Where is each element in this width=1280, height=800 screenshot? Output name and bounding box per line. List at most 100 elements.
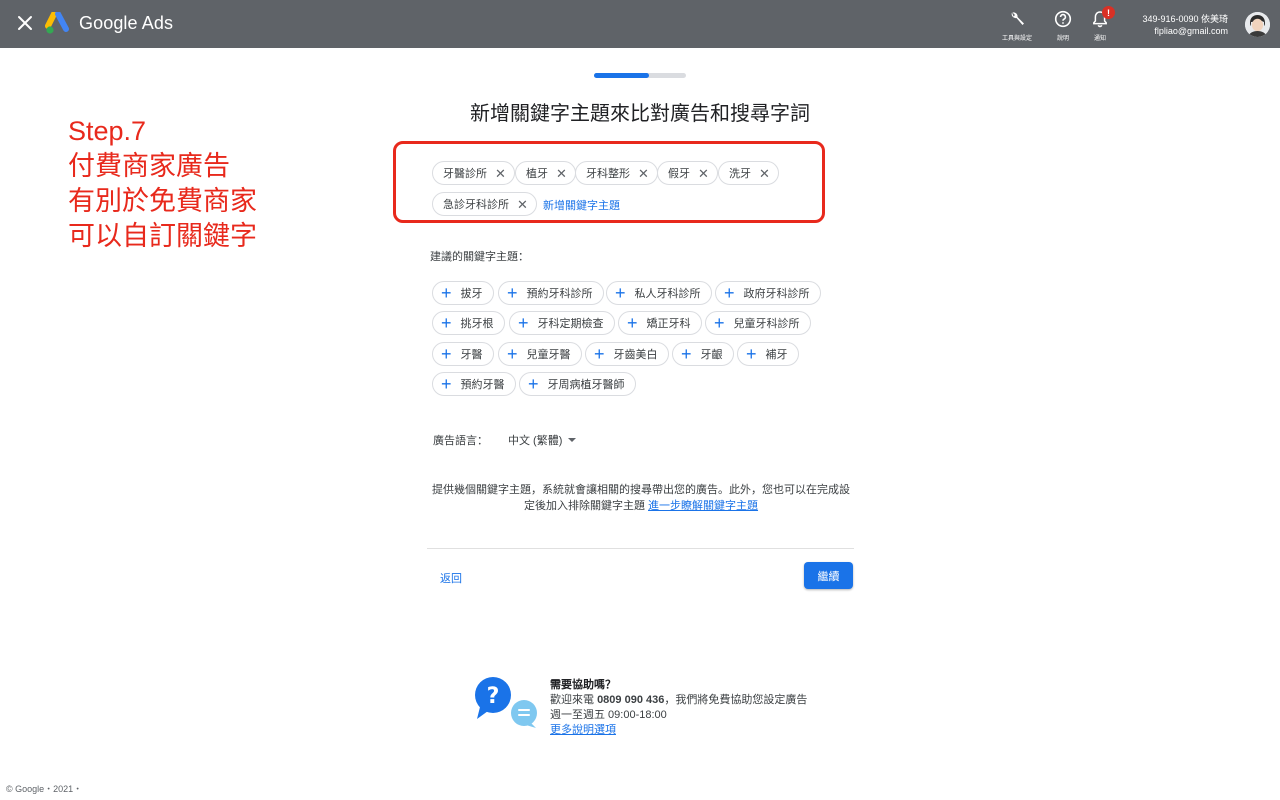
annotation-line: 付費商家廣告	[68, 151, 230, 181]
suggestion-label: 政府牙科診所	[743, 288, 810, 300]
divider	[427, 548, 854, 549]
suggestion-label: 預約牙科診所	[526, 288, 593, 300]
info-body: 提供幾個關鍵字主題，系統就會讓相關的搜尋帶出您的廣告。此外，您也可以在完成設定後…	[432, 484, 850, 512]
remove-icon[interactable]: ✕	[495, 167, 506, 180]
keyword-chip: 牙科整形 ✕	[575, 161, 658, 185]
plus-icon: +	[441, 283, 452, 303]
help-label: 說明	[1056, 36, 1069, 42]
plus-icon: +	[627, 313, 638, 333]
help-heading: 需要協助嗎？	[550, 679, 616, 691]
annotation-text: Step.7 付費商家廣告 有別於免費商家 可以自訂關鍵字	[68, 114, 257, 254]
suggestion-label: 補牙	[765, 349, 788, 361]
suggestion-chip[interactable]: + 矯正牙科	[618, 311, 702, 335]
help-chat-icon: ?	[475, 677, 537, 728]
tools-settings-button[interactable]: 工具與設定	[997, 10, 1037, 42]
annotation-line: 有別於免費商家	[68, 186, 257, 216]
suggestion-chip[interactable]: + 補牙	[737, 342, 799, 366]
help-phone-prefix: 歡迎來電	[550, 694, 594, 706]
suggestion-chip[interactable]: + 牙齒美白	[585, 342, 669, 366]
plus-icon: +	[528, 374, 539, 394]
remove-icon[interactable]: ✕	[759, 167, 770, 180]
notifications-label: 通知	[1093, 36, 1106, 42]
keyword-chip-label: 假牙	[668, 168, 690, 180]
notification-badge: !	[1102, 6, 1115, 19]
keyword-chip-label: 牙科整形	[586, 168, 630, 180]
step-progress-bar	[594, 73, 686, 78]
suggestion-chip[interactable]: + 挑牙根	[432, 311, 505, 335]
plus-icon: +	[714, 313, 725, 333]
help-icon	[1054, 10, 1072, 28]
keyword-chip-label: 牙醫診所	[443, 168, 487, 180]
suggestion-label: 牙醫	[460, 349, 483, 361]
suggestion-chip[interactable]: + 牙周病植牙醫師	[519, 372, 636, 396]
keyword-chip: 急診牙科診所 ✕	[432, 192, 537, 216]
keyword-chip: 牙醫診所 ✕	[432, 161, 515, 185]
suggestion-chip[interactable]: + 牙齦	[672, 342, 734, 366]
ad-language-value: 中文 (繁體)	[508, 435, 563, 447]
tools-label: 工具與設定	[1001, 36, 1032, 42]
plus-icon: +	[746, 344, 757, 364]
help-section: 需要協助嗎？ 歡迎來電 0809 090 436，我們將免費協助您設定廣告 週一…	[550, 678, 807, 738]
remove-icon[interactable]: ✕	[517, 198, 528, 211]
plus-icon: +	[518, 313, 529, 333]
remove-icon[interactable]: ✕	[556, 167, 567, 180]
add-keyword-link[interactable]: 新增關鍵字主題	[543, 197, 620, 213]
plus-icon: +	[594, 344, 605, 364]
suggestion-label: 拔牙	[460, 288, 483, 300]
footer-copyright: © Google・2021・	[6, 784, 83, 794]
progress-fill	[594, 73, 650, 78]
plus-icon: +	[507, 283, 518, 303]
suggestion-chip[interactable]: + 預約牙醫	[432, 372, 516, 396]
suggestion-chip[interactable]: + 拔牙	[432, 281, 494, 305]
plus-icon: +	[507, 344, 518, 364]
suggestion-chip[interactable]: + 兒童牙醫	[498, 342, 582, 366]
remove-icon[interactable]: ✕	[638, 167, 649, 180]
help-phone-number: 0809 090 436	[597, 694, 665, 706]
suggestion-label: 牙科定期檢查	[537, 318, 604, 330]
more-help-options-link[interactable]: 更多說明選項	[550, 724, 616, 736]
notifications-button[interactable]: ! 通知	[1080, 6, 1120, 42]
suggestion-label: 牙周病植牙醫師	[547, 379, 625, 391]
back-button[interactable]: 返回	[440, 570, 462, 586]
suggestion-chip[interactable]: + 牙醫	[432, 342, 494, 366]
close-icon[interactable]	[16, 14, 34, 32]
help-button[interactable]: 說明	[1043, 10, 1083, 42]
suggestion-label: 預約牙醫	[460, 379, 505, 391]
suggestion-chip[interactable]: + 私人牙科診所	[606, 281, 712, 305]
suggestion-chip[interactable]: + 兒童牙科診所	[705, 311, 811, 335]
keyword-chip: 假牙 ✕	[657, 161, 718, 185]
suggestions-title: 建議的關鍵字主題：	[430, 251, 529, 263]
keyword-chip-label: 植牙	[526, 168, 548, 180]
learn-more-link[interactable]: 進一步瞭解關鍵字主題	[648, 500, 758, 512]
continue-button[interactable]: 繼續	[804, 562, 853, 589]
top-app-bar: Google Ads 工具與設定 說明 ! 通知 349-916-0090 依美…	[0, 0, 1280, 48]
suggestion-label: 兒童牙科診所	[733, 318, 800, 330]
svg-text:?: ?	[487, 684, 500, 709]
help-hours: 週一至週五 09:00-18:00	[550, 709, 667, 721]
dropdown-arrow-icon	[568, 438, 577, 442]
keyword-chip-label: 急診牙科診所	[443, 199, 509, 211]
suggestion-chip[interactable]: + 政府牙科診所	[715, 281, 821, 305]
help-phone-suffix: ，我們將免費協助您設定廣告	[664, 694, 808, 706]
suggestion-label: 私人牙科診所	[634, 288, 701, 300]
ad-language-select[interactable]: 中文 (繁體)	[508, 432, 577, 448]
suggestion-chip[interactable]: + 牙科定期檢查	[509, 311, 615, 335]
keyword-chip-label: 洗牙	[729, 168, 751, 180]
info-text: 提供幾個關鍵字主題，系統就會讓相關的搜尋帶出您的廣告。此外，您也可以在完成設定後…	[428, 482, 854, 514]
remove-icon[interactable]: ✕	[698, 167, 709, 180]
annotation-line: 可以自訂關鍵字	[68, 221, 257, 251]
brand-name: Google Ads	[79, 13, 174, 33]
google-ads-logo-icon	[45, 12, 69, 34]
keyword-chip: 洗牙 ✕	[718, 161, 779, 185]
avatar[interactable]	[1245, 12, 1270, 37]
account-email: flpliao@gmail.com	[1154, 26, 1228, 36]
plus-icon: +	[681, 344, 692, 364]
suggestion-label: 牙齦	[700, 349, 723, 361]
plus-icon: +	[441, 344, 452, 364]
suggestion-chip[interactable]: + 預約牙科診所	[498, 281, 604, 305]
suggestion-label: 牙齒美白	[613, 349, 658, 361]
account-info[interactable]: 349-916-0090 依美琦 flpliao@gmail.com	[1142, 13, 1228, 37]
suggestion-label: 兒童牙醫	[526, 349, 571, 361]
help-phone-line: 歡迎來電 0809 090 436，我們將免費協助您設定廣告	[550, 693, 807, 708]
plus-icon: +	[441, 313, 452, 333]
